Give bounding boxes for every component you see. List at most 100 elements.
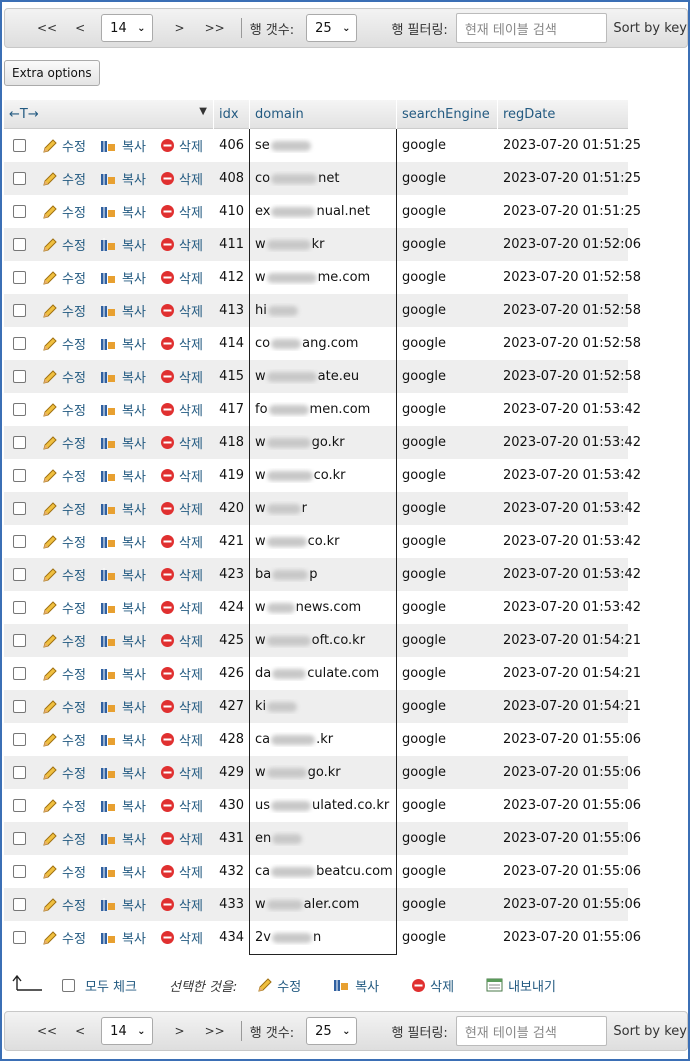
row-checkbox[interactable] bbox=[12, 634, 26, 647]
filter-input[interactable]: 현재 테이블 검색 bbox=[455, 13, 608, 43]
row-delete-button[interactable]: 삭제 bbox=[160, 730, 203, 749]
row-copy-button[interactable]: 복사 bbox=[100, 895, 146, 914]
cell-regdate[interactable]: 2023-07-20 01:53:42 bbox=[498, 468, 641, 483]
row-delete-button[interactable]: 삭제 bbox=[160, 301, 203, 320]
cell-regdate[interactable]: 2023-07-20 01:52:06 bbox=[498, 237, 641, 252]
cell-searchengine[interactable]: google bbox=[397, 666, 498, 681]
row-delete-button[interactable]: 삭제 bbox=[160, 400, 203, 419]
page-select[interactable]: 14 ⌄ bbox=[101, 1017, 153, 1045]
row-edit-button[interactable]: 수정 bbox=[42, 598, 86, 617]
cell-idx[interactable]: 433 bbox=[214, 897, 250, 912]
row-checkbox[interactable] bbox=[12, 403, 26, 416]
next-page-button[interactable]: > bbox=[169, 21, 191, 35]
row-delete-button[interactable]: 삭제 bbox=[160, 895, 203, 914]
row-delete-button[interactable]: 삭제 bbox=[160, 334, 203, 353]
header-idx[interactable]: idx bbox=[213, 100, 249, 129]
sort-by-label[interactable]: Sort by key bbox=[613, 1024, 687, 1039]
row-delete-button[interactable]: 삭제 bbox=[160, 664, 203, 683]
cell-searchengine[interactable]: google bbox=[397, 204, 498, 219]
cell-idx[interactable]: 426 bbox=[214, 666, 250, 681]
row-copy-button[interactable]: 복사 bbox=[100, 565, 146, 584]
row-copy-button[interactable]: 복사 bbox=[100, 763, 146, 782]
cell-domain[interactable]: fo men.com bbox=[250, 402, 397, 417]
row-edit-button[interactable]: 수정 bbox=[42, 796, 86, 815]
row-delete-button[interactable]: 삭제 bbox=[160, 433, 203, 452]
cell-domain[interactable]: ba p bbox=[250, 567, 397, 582]
row-edit-button[interactable]: 수정 bbox=[42, 268, 86, 287]
row-delete-button[interactable]: 삭제 bbox=[160, 796, 203, 815]
cell-domain[interactable]: w aler.com bbox=[250, 897, 397, 912]
bulk-delete-button[interactable]: 삭제 bbox=[411, 976, 454, 995]
row-checkbox[interactable] bbox=[12, 304, 26, 317]
row-checkbox[interactable] bbox=[12, 436, 26, 449]
row-checkbox[interactable] bbox=[12, 700, 26, 713]
cell-searchengine[interactable]: google bbox=[397, 600, 498, 615]
row-delete-button[interactable]: 삭제 bbox=[160, 169, 203, 188]
row-copy-button[interactable]: 복사 bbox=[100, 301, 146, 320]
cell-idx[interactable]: 431 bbox=[214, 831, 250, 846]
row-copy-button[interactable]: 복사 bbox=[100, 169, 146, 188]
row-checkbox[interactable] bbox=[12, 172, 26, 185]
cell-idx[interactable]: 425 bbox=[214, 633, 250, 648]
cell-regdate[interactable]: 2023-07-20 01:51:25 bbox=[498, 204, 641, 219]
cell-domain[interactable]: w me.com bbox=[250, 270, 397, 285]
cell-searchengine[interactable]: google bbox=[397, 930, 498, 945]
row-delete-button[interactable]: 삭제 bbox=[160, 862, 203, 881]
row-edit-button[interactable]: 수정 bbox=[42, 862, 86, 881]
row-checkbox[interactable] bbox=[12, 139, 26, 152]
row-copy-button[interactable]: 복사 bbox=[100, 730, 146, 749]
row-checkbox[interactable] bbox=[12, 601, 26, 614]
cell-domain[interactable]: w kr bbox=[250, 237, 397, 252]
rows-select[interactable]: 25 ⌄ bbox=[306, 1017, 358, 1045]
cell-regdate[interactable]: 2023-07-20 01:55:06 bbox=[498, 765, 641, 780]
cell-idx[interactable]: 429 bbox=[214, 765, 250, 780]
row-edit-button[interactable]: 수정 bbox=[42, 763, 86, 782]
cell-regdate[interactable]: 2023-07-20 01:52:58 bbox=[498, 270, 641, 285]
row-delete-button[interactable]: 삭제 bbox=[160, 532, 203, 551]
row-edit-button[interactable]: 수정 bbox=[42, 202, 86, 221]
row-checkbox[interactable] bbox=[12, 337, 26, 350]
first-page-button[interactable]: << bbox=[31, 1024, 63, 1038]
row-delete-button[interactable]: 삭제 bbox=[160, 268, 203, 287]
row-edit-button[interactable]: 수정 bbox=[42, 928, 86, 947]
cell-domain[interactable]: co net bbox=[250, 171, 397, 186]
cell-searchengine[interactable]: google bbox=[397, 435, 498, 450]
cell-domain[interactable]: w news.com bbox=[250, 600, 397, 615]
row-edit-button[interactable]: 수정 bbox=[42, 466, 86, 485]
cell-searchengine[interactable]: google bbox=[397, 402, 498, 417]
cell-domain[interactable]: w co.kr bbox=[250, 534, 397, 549]
row-delete-button[interactable]: 삭제 bbox=[160, 466, 203, 485]
cell-regdate[interactable]: 2023-07-20 01:55:06 bbox=[498, 831, 641, 846]
cell-searchengine[interactable]: google bbox=[397, 138, 498, 153]
cell-idx[interactable]: 434 bbox=[214, 930, 250, 945]
page-select[interactable]: 14 ⌄ bbox=[101, 14, 153, 42]
header-domain[interactable]: domain bbox=[249, 100, 396, 129]
cell-searchengine[interactable]: google bbox=[397, 171, 498, 186]
cell-searchengine[interactable]: google bbox=[397, 567, 498, 582]
row-delete-button[interactable]: 삭제 bbox=[160, 928, 203, 947]
cell-searchengine[interactable]: google bbox=[397, 270, 498, 285]
cell-idx[interactable]: 415 bbox=[214, 369, 250, 384]
row-edit-button[interactable]: 수정 bbox=[42, 565, 86, 584]
row-delete-button[interactable]: 삭제 bbox=[160, 763, 203, 782]
row-checkbox[interactable] bbox=[12, 469, 26, 482]
row-edit-button[interactable]: 수정 bbox=[42, 829, 86, 848]
row-copy-button[interactable]: 복사 bbox=[100, 433, 146, 452]
cell-domain[interactable]: hi bbox=[250, 303, 397, 318]
row-edit-button[interactable]: 수정 bbox=[42, 235, 86, 254]
extra-options-button[interactable]: Extra options bbox=[4, 60, 100, 86]
export-button[interactable]: 내보내기 bbox=[486, 976, 556, 995]
cell-regdate[interactable]: 2023-07-20 01:52:58 bbox=[498, 369, 641, 384]
cell-searchengine[interactable]: google bbox=[397, 501, 498, 516]
cell-idx[interactable]: 418 bbox=[214, 435, 250, 450]
cell-searchengine[interactable]: google bbox=[397, 369, 498, 384]
header-searchengine[interactable]: searchEngine bbox=[396, 100, 497, 129]
rows-select[interactable]: 25 ⌄ bbox=[306, 14, 358, 42]
row-checkbox[interactable] bbox=[12, 568, 26, 581]
cell-idx[interactable]: 423 bbox=[214, 567, 250, 582]
row-copy-button[interactable]: 복사 bbox=[100, 862, 146, 881]
row-edit-button[interactable]: 수정 bbox=[42, 334, 86, 353]
row-copy-button[interactable]: 복사 bbox=[100, 136, 146, 155]
column-arrows-header[interactable]: ←T→ ▼ bbox=[4, 100, 213, 129]
row-copy-button[interactable]: 복사 bbox=[100, 697, 146, 716]
